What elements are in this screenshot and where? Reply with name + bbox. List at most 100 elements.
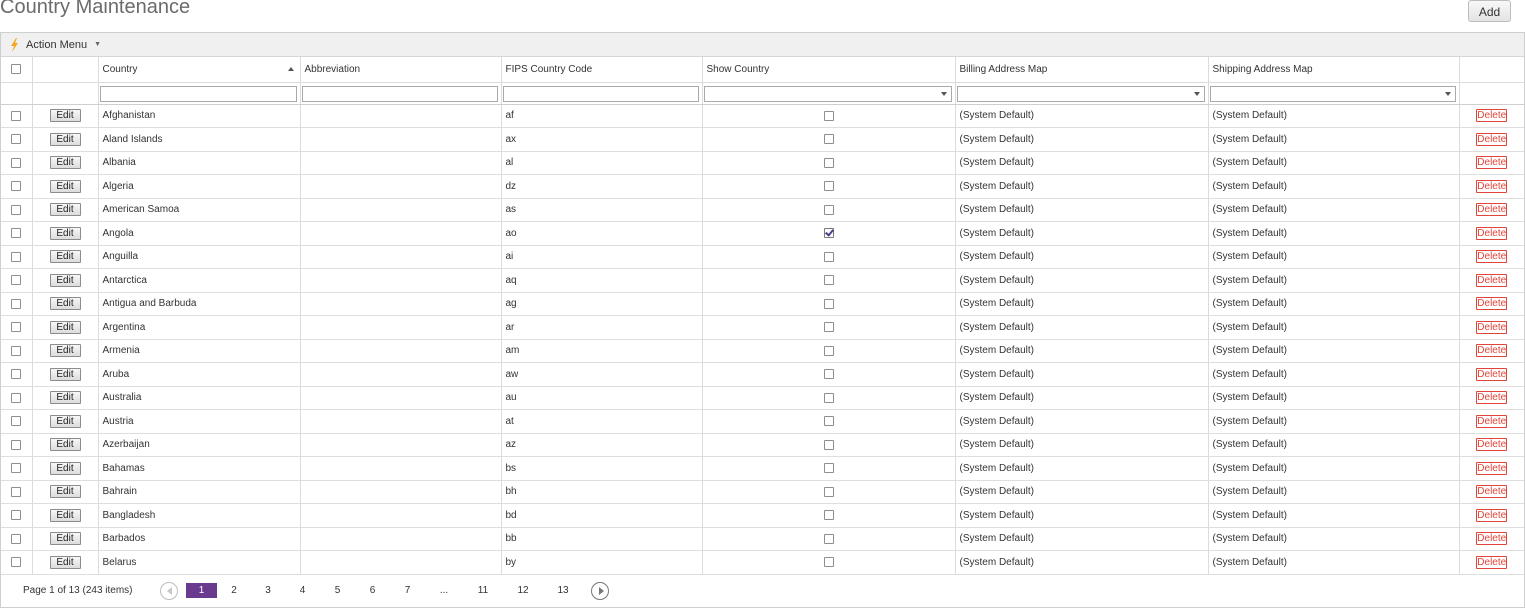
row-checkbox[interactable] (11, 204, 22, 215)
previous-page-button[interactable] (160, 581, 178, 600)
page-5-link[interactable]: 5 (320, 585, 355, 596)
show-country-checkbox[interactable] (823, 486, 834, 497)
show-country-checkbox[interactable] (823, 510, 834, 521)
page-2-link[interactable]: 2 (217, 585, 251, 596)
delete-button[interactable]: Delete (1476, 203, 1508, 217)
row-checkbox[interactable] (11, 416, 22, 427)
row-checkbox[interactable] (11, 463, 22, 474)
delete-button[interactable]: Delete (1476, 414, 1508, 428)
edit-button[interactable]: Edit (49, 250, 81, 264)
column-header-abbreviation[interactable]: Abbreviation (300, 57, 502, 83)
delete-button[interactable]: Delete (1476, 532, 1508, 546)
row-checkbox[interactable] (11, 345, 22, 356)
row-checkbox[interactable] (11, 228, 22, 239)
delete-button[interactable]: Delete (1476, 179, 1508, 193)
delete-button[interactable]: Delete (1476, 485, 1508, 499)
show-country-checkbox[interactable] (823, 463, 834, 474)
next-page-button[interactable] (591, 581, 609, 600)
row-checkbox[interactable] (11, 251, 22, 262)
row-checkbox[interactable] (11, 181, 22, 192)
row-checkbox[interactable] (11, 510, 22, 521)
delete-button[interactable]: Delete (1476, 461, 1508, 475)
show-country-checkbox[interactable] (823, 369, 834, 380)
page-12-link[interactable]: 12 (503, 585, 543, 596)
delete-button[interactable]: Delete (1476, 508, 1508, 522)
show-country-checkbox[interactable] (823, 228, 834, 239)
edit-button[interactable]: Edit (49, 297, 81, 311)
shipping-filter-select[interactable] (1209, 86, 1456, 102)
column-header-country[interactable]: Country (98, 57, 301, 83)
select-all-checkbox[interactable] (11, 64, 22, 75)
add-button[interactable]: Add (1468, 0, 1511, 22)
edit-button[interactable]: Edit (49, 344, 81, 358)
show-country-checkbox[interactable] (823, 557, 834, 568)
edit-button[interactable]: Edit (49, 109, 81, 123)
edit-button[interactable]: Edit (49, 320, 81, 334)
show-country-checkbox[interactable] (823, 416, 834, 427)
row-checkbox[interactable] (11, 275, 22, 286)
fips-filter-input[interactable] (502, 86, 699, 102)
edit-button[interactable]: Edit (49, 461, 81, 475)
page-11-link[interactable]: 11 (463, 585, 503, 596)
row-checkbox[interactable] (11, 134, 22, 145)
action-menu[interactable]: Action Menu (26, 39, 87, 51)
show-country-checkbox[interactable] (823, 298, 834, 309)
page-ellipsis[interactable]: ... (425, 585, 463, 596)
row-checkbox[interactable] (11, 392, 22, 403)
show-country-checkbox[interactable] (823, 157, 834, 168)
edit-button[interactable]: Edit (49, 508, 81, 522)
show-country-checkbox[interactable] (823, 181, 834, 192)
delete-button[interactable]: Delete (1476, 391, 1508, 405)
page-3-link[interactable]: 3 (251, 585, 285, 596)
row-checkbox[interactable] (11, 557, 22, 568)
column-header-fips[interactable]: FIPS Country Code (501, 57, 703, 83)
column-header-shipping[interactable]: Shipping Address Map (1208, 57, 1460, 83)
delete-button[interactable]: Delete (1476, 250, 1508, 264)
delete-button[interactable]: Delete (1476, 273, 1508, 287)
delete-button[interactable]: Delete (1476, 297, 1508, 311)
edit-button[interactable]: Edit (49, 156, 81, 170)
edit-button[interactable]: Edit (49, 203, 81, 217)
delete-button[interactable]: Delete (1476, 344, 1508, 358)
page-13-link[interactable]: 13 (543, 585, 583, 596)
row-checkbox[interactable] (11, 486, 22, 497)
row-checkbox[interactable] (11, 533, 22, 544)
page-4-link[interactable]: 4 (285, 585, 320, 596)
edit-button[interactable]: Edit (49, 438, 81, 452)
show-country-checkbox[interactable] (823, 392, 834, 403)
edit-button[interactable]: Edit (49, 367, 81, 381)
edit-button[interactable]: Edit (49, 414, 81, 428)
column-header-show-country[interactable]: Show Country (702, 57, 956, 83)
delete-button[interactable]: Delete (1476, 109, 1508, 123)
chevron-down-icon[interactable]: ▼ (94, 41, 101, 48)
column-header-billing[interactable]: Billing Address Map (955, 57, 1209, 83)
row-checkbox[interactable] (11, 157, 22, 168)
edit-button[interactable]: Edit (49, 226, 81, 240)
edit-button[interactable]: Edit (49, 179, 81, 193)
show-country-checkbox[interactable] (823, 204, 834, 215)
show-country-checkbox[interactable] (823, 322, 834, 333)
row-checkbox[interactable] (11, 369, 22, 380)
show-country-checkbox[interactable] (823, 251, 834, 262)
delete-button[interactable]: Delete (1476, 132, 1508, 146)
country-filter-input[interactable] (99, 86, 297, 102)
delete-button[interactable]: Delete (1476, 226, 1508, 240)
abbreviation-filter-input[interactable] (301, 86, 498, 102)
show-country-checkbox[interactable] (823, 110, 834, 121)
show-country-filter-select[interactable] (703, 86, 952, 102)
page-7-link[interactable]: 7 (390, 585, 425, 596)
show-country-checkbox[interactable] (823, 275, 834, 286)
show-country-checkbox[interactable] (823, 345, 834, 356)
edit-button[interactable]: Edit (49, 273, 81, 287)
delete-button[interactable]: Delete (1476, 438, 1508, 452)
delete-button[interactable]: Delete (1476, 555, 1508, 569)
delete-button[interactable]: Delete (1476, 320, 1508, 334)
row-checkbox[interactable] (11, 110, 22, 121)
edit-button[interactable]: Edit (49, 555, 81, 569)
edit-button[interactable]: Edit (49, 132, 81, 146)
page-1-link[interactable]: 1 (186, 583, 217, 598)
edit-button[interactable]: Edit (49, 485, 81, 499)
edit-button[interactable]: Edit (49, 391, 81, 405)
show-country-checkbox[interactable] (823, 439, 834, 450)
billing-filter-select[interactable] (956, 86, 1205, 102)
